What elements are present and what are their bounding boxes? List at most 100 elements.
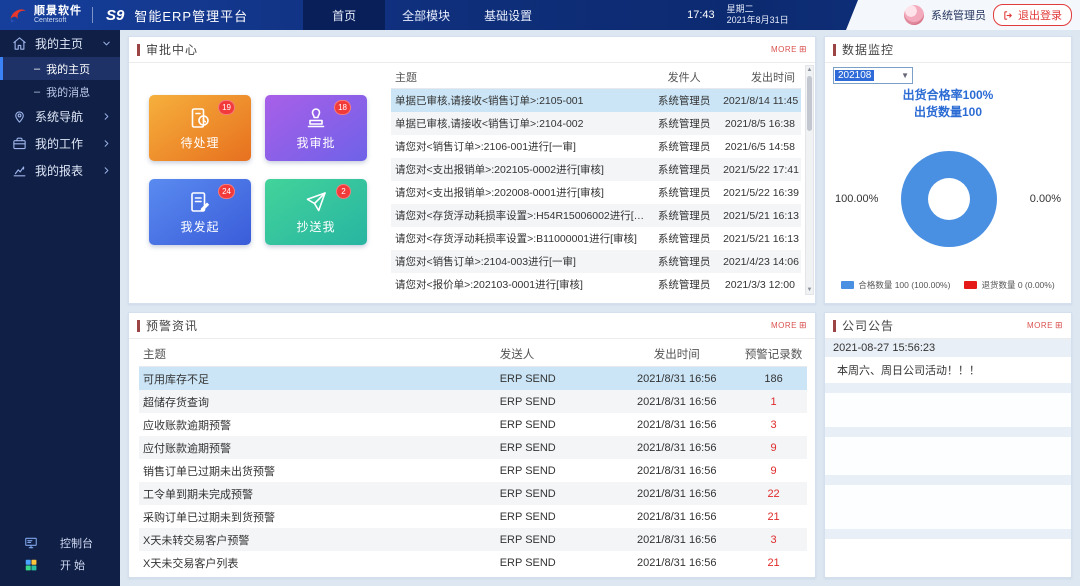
row-subject: 请您对<支出报销单>:202105-0002进行[审核] — [395, 164, 604, 176]
announcements-more-link[interactable]: MORE ⊞ — [1027, 321, 1063, 331]
approval-tile-0[interactable]: 待处理 19 — [149, 95, 251, 161]
announcement-item[interactable]: 2021-08-27 15:56:23 本周六、周日公司活动！！！ — [825, 339, 1071, 383]
announcements-panel: 公司公告 MORE ⊞ 2021-08-27 15:56:23 本周六、周日公司… — [824, 312, 1072, 578]
chart-legend: 合格数量 100 (100.00%) 退货数量 0 (0.00%) — [825, 279, 1071, 291]
alert-row[interactable]: 可用库存不足 ERP SEND 2021/8/31 16:56 186 — [139, 367, 807, 390]
approval-row[interactable]: 单据已审核,请接收<销售订单>:2104-002 系统管理员 2021/8/5 … — [391, 112, 801, 135]
approval-tile-2[interactable]: 我发起 24 — [149, 179, 251, 245]
row-count: 3 — [770, 418, 777, 431]
monitor-headline: 出货合格率100% 出货数量100 — [825, 87, 1071, 121]
row-sender: 系统管理员 — [657, 187, 711, 199]
row-sender: ERP SEND — [499, 510, 556, 523]
approval-center-panel: 审批中心 MORE ⊞ 待处理 19 我审批 18 我发起 24 抄送我 2 主… — [128, 36, 816, 304]
date-block: 星期二 2021年8月31日 — [727, 4, 789, 27]
sidebar-item-2[interactable]: 我的工作 — [0, 130, 120, 157]
period-dropdown[interactable]: 202108 ▼ — [833, 67, 913, 84]
alert-row[interactable]: 应付账款逾期预警 ERP SEND 2021/8/31 16:56 9 — [139, 436, 807, 459]
alert-row[interactable]: X天未转交易客户预警 ERP SEND 2021/8/31 16:56 3 — [139, 528, 807, 551]
chevron-down-icon — [101, 38, 112, 49]
platform-title: 智能ERP管理平台 — [134, 8, 249, 24]
top-nav-item-0[interactable]: 首页 — [303, 0, 386, 30]
approval-row[interactable]: 单据已审核,请接收<销售订单>:2105-001 系统管理员 2021/8/14… — [391, 89, 801, 112]
row-count: 22 — [767, 487, 780, 500]
sidebar-subitem-0-0[interactable]: – 我的主页 — [0, 57, 120, 80]
approval-row[interactable]: 请您对<销售订单>:2106-001进行[一审] 系统管理员 2021/6/5 … — [391, 135, 801, 158]
sidebar-subitem-label: 我的消息 — [46, 86, 91, 99]
row-subject: 请您对<销售订单>:2104-003进行[一审] — [395, 256, 576, 268]
alerts-more-link[interactable]: MORE ⊞ — [771, 321, 807, 331]
alert-row[interactable]: 采购订单已过期未到货预警 ERP SEND 2021/8/31 16:56 21 — [139, 505, 807, 528]
alert-row[interactable]: 销售订单已过期未出货预警 ERP SEND 2021/8/31 16:56 9 — [139, 459, 807, 482]
approval-panel-header: 审批中心 MORE ⊞ — [129, 37, 815, 63]
approval-tile-1[interactable]: 我审批 18 — [265, 95, 367, 161]
scroll-up-arrow[interactable]: ▲ — [806, 67, 813, 73]
row-count: 9 — [770, 464, 777, 477]
approval-tile-3[interactable]: 抄送我 2 — [265, 179, 367, 245]
legend-item-0: 合格数量 100 (100.00%) — [841, 279, 950, 291]
approval-row[interactable]: 请您对<支出报销单>:202008-0001进行[审核] 系统管理员 2021/… — [391, 181, 801, 204]
title-accent-bar — [833, 319, 836, 332]
sidebar-item-3[interactable]: 我的报表 — [0, 157, 120, 184]
approval-more-link[interactable]: MORE ⊞ — [771, 45, 807, 55]
period-value: 202108 — [835, 70, 875, 81]
sidebar-item-label: 我的工作 — [35, 137, 84, 151]
alerts-panel-header: 预警资讯 MORE ⊞ — [129, 313, 815, 339]
row-time: 2021/8/31 16:56 — [636, 464, 717, 477]
approval-row[interactable]: 请您对<支出报销单>:202105-0002进行[审核] 系统管理员 2021/… — [391, 158, 801, 181]
sidebar-subitem-0-1[interactable]: – 我的消息 — [0, 80, 120, 103]
col-sender: 发送人 — [499, 348, 535, 361]
approval-row[interactable]: 请您对<存货浮动耗损率设置>:B11000001进行[审核] 系统管理员 202… — [391, 227, 801, 250]
row-time: 2021/8/5 16:38 — [724, 117, 795, 130]
approval-row[interactable]: 请您对<报价单>:202103-0001进行[审核] 系统管理员 2021/3/… — [391, 273, 801, 296]
row-subject: X天未转交易客户预警 — [143, 534, 250, 547]
row-subject: 请您对<支出报销单>:202008-0001进行[审核] — [395, 187, 604, 199]
headline-rate: 出货合格率100% — [902, 88, 994, 102]
donut-chart — [901, 151, 997, 247]
alerts-panel-title: 预警资讯 — [146, 319, 199, 333]
count-badge: 18 — [334, 100, 351, 115]
chevron-right-icon — [101, 111, 112, 122]
chevron-right-icon — [101, 138, 112, 149]
brand-name-cn: 顺景软件 — [34, 5, 82, 17]
s9-logo: S9 — [106, 6, 125, 24]
approval-row[interactable]: 请您对<销售订单>:2104-003进行[一审] 系统管理员 2021/4/23… — [391, 250, 801, 273]
alert-row[interactable]: X天未交易客户列表 ERP SEND 2021/8/31 16:56 21 — [139, 551, 807, 574]
approval-row[interactable]: 请您对<存货浮动耗损率设置>:H54R15006002进行[审核] 系统管理员 … — [391, 204, 801, 227]
sidebar-item-1[interactable]: 系统导航 — [0, 103, 120, 130]
top-nav-item-1[interactable]: 全部模块 — [385, 0, 467, 30]
sidebar-subitem-label: 我的主页 — [46, 63, 91, 76]
top-bar: 顺景软件 Centersoft S9 智能ERP管理平台 首页 全部模块 基础设置 … — [0, 0, 1080, 30]
user-avatar[interactable] — [904, 5, 924, 25]
approval-table-scrollbar[interactable]: ▲ ▼ — [805, 65, 814, 295]
sidebar-footer-item-1[interactable]: 开 始 — [0, 554, 120, 576]
brand-name-en: Centersoft — [34, 17, 67, 24]
legend-label: 退货数量 0 (0.00%) — [981, 280, 1055, 290]
dash-marker: – — [34, 62, 41, 75]
chevron-down-icon: ▼ — [901, 71, 909, 80]
tile-label: 待处理 — [180, 135, 220, 150]
row-time: 2021/8/31 16:56 — [636, 510, 717, 523]
row-time: 2021/8/31 16:56 — [636, 533, 717, 546]
tile-label: 我发起 — [180, 219, 220, 234]
row-time: 2021/3/3 12:00 — [724, 278, 795, 291]
legend-label: 合格数量 100 (100.00%) — [858, 280, 951, 290]
footer-label: 控制台 — [60, 538, 93, 550]
alert-row[interactable]: 超储存货查询 ERP SEND 2021/8/31 16:56 1 — [139, 390, 807, 413]
alert-row[interactable]: 工令单到期未完成预警 ERP SEND 2021/8/31 16:56 22 — [139, 482, 807, 505]
alert-row[interactable]: 应收账款逾期预警 ERP SEND 2021/8/31 16:56 3 — [139, 413, 807, 436]
empty-row-strip — [825, 475, 1071, 485]
monitor-panel-header: 数据监控 — [825, 37, 1071, 63]
row-subject: 超储存货查询 — [143, 396, 209, 409]
alerts-panel: 预警资讯 MORE ⊞ 主题 发送人 发出时间 预警记录数 可用库存不足 ERP… — [128, 312, 816, 578]
row-time: 2021/8/31 16:56 — [636, 487, 717, 500]
row-subject: 请您对<销售订单>:2106-001进行[一审] — [395, 141, 576, 153]
logout-icon — [1004, 10, 1013, 20]
sidebar-item-0[interactable]: 我的主页 — [0, 30, 120, 57]
sidebar-footer-item-0[interactable]: 控制台 — [0, 532, 120, 554]
logout-button[interactable]: 退出登录 — [993, 4, 1072, 26]
scroll-down-arrow[interactable]: ▼ — [806, 287, 813, 293]
top-nav-item-2[interactable]: 基础设置 — [467, 0, 549, 30]
headline-qty: 出货数量100 — [913, 104, 983, 119]
start-grid-icon — [24, 558, 38, 572]
scroll-thumb[interactable] — [807, 76, 812, 131]
